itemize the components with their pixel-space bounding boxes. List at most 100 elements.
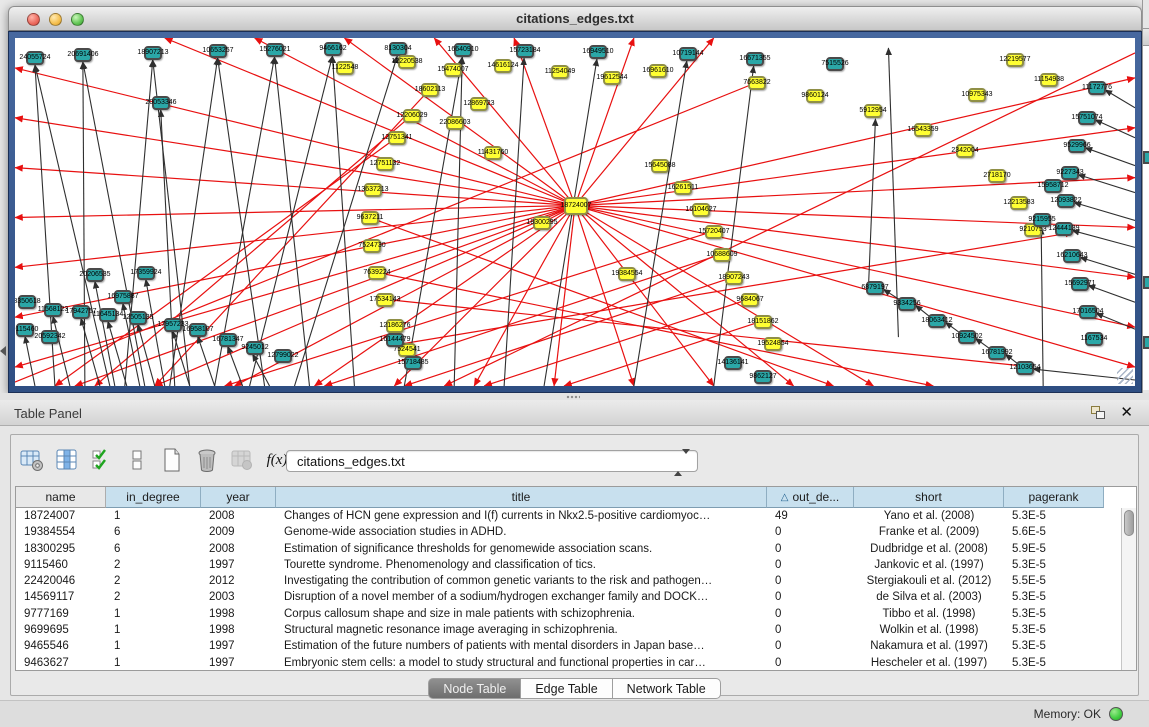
network-node[interactable] [129,311,147,325]
network-node[interactable] [336,61,354,75]
column-header-year[interactable]: year [201,487,276,508]
float-panel-icon[interactable] [1091,406,1105,419]
column-header-in_degree[interactable]: in_degree [106,487,201,508]
network-edge[interactable] [15,168,575,206]
table-row[interactable]: 977716911998Corpus callosum shape and si… [16,606,1104,622]
table-row[interactable]: 1872400712008Changes of HCN gene express… [16,508,1104,524]
network-edge[interactable] [454,57,462,386]
network-edge[interactable] [634,61,687,386]
network-node[interactable] [389,42,407,56]
network-node[interactable] [1033,213,1051,227]
network-node[interactable] [274,349,292,363]
network-node[interactable] [956,144,974,158]
network-node[interactable] [1006,53,1024,67]
network-node[interactable] [533,216,551,230]
network-canvas[interactable]: 2405572420691406189072131065325715276021… [15,38,1135,386]
network-edge[interactable] [125,60,153,386]
network-node[interactable] [364,183,382,197]
network-node[interactable] [114,290,132,304]
network-edge[interactable] [15,206,575,368]
network-edge[interactable] [1074,203,1135,221]
table-row[interactable]: 1938455462009Genome-wide association stu… [16,524,1104,540]
network-node[interactable] [376,293,394,307]
network-node[interactable] [164,318,182,332]
select-columns-button[interactable] [89,447,115,473]
network-node[interactable] [1071,277,1089,291]
table-row[interactable]: 946554611997Estimation of the future num… [16,638,1104,654]
tab-node-table[interactable]: Node Table [428,678,521,699]
network-node[interactable] [724,356,742,370]
network-node[interactable] [618,267,636,281]
network-node[interactable] [189,323,207,337]
show-column-button[interactable] [54,447,80,473]
network-node[interactable] [674,181,692,195]
network-edge[interactable] [544,59,597,386]
network-node[interactable] [404,356,422,370]
network-edge[interactable] [575,38,634,206]
table-row[interactable]: 1830029562008Estimation of significance … [16,541,1104,557]
network-node[interactable] [958,330,976,344]
window-titlebar[interactable]: citations_edges.txt [8,6,1142,31]
table-row[interactable]: 946362711997Embryonic stem cells: a mode… [16,655,1104,671]
network-node[interactable] [1057,194,1075,208]
network-node[interactable] [1016,361,1034,375]
network-node[interactable] [564,197,588,215]
network-node[interactable] [589,45,607,59]
network-node[interactable] [446,116,464,130]
window-resize-grip[interactable] [1117,368,1133,384]
network-node[interactable] [266,43,284,57]
network-node[interactable] [1063,249,1081,263]
network-edge[interactable] [83,62,145,386]
column-header-out_degree[interactable]: △out_de... [767,487,854,508]
network-node[interactable] [1044,179,1062,193]
row-options-button[interactable] [124,447,150,473]
column-header-short[interactable]: short [854,487,1004,508]
network-node[interactable] [1085,332,1103,346]
network-node[interactable] [1010,196,1028,210]
network-edge[interactable] [504,58,524,386]
network-node[interactable] [705,225,723,239]
network-edge[interactable] [55,138,396,386]
network-node[interactable] [361,211,379,225]
network-node[interactable] [398,55,416,69]
network-node[interactable] [152,96,170,110]
network-node[interactable] [968,88,986,102]
network-node[interactable] [403,109,421,123]
network-node[interactable] [1068,139,1086,153]
network-edge[interactable] [1078,175,1135,193]
network-node[interactable] [137,266,155,280]
network-edge[interactable] [155,206,575,386]
network-node[interactable] [219,333,237,347]
network-edge[interactable] [1072,230,1135,247]
network-node[interactable] [386,333,404,347]
column-header-name[interactable]: name [16,487,106,508]
network-edge[interactable] [484,299,749,386]
network-edge[interactable] [554,206,575,386]
network-node[interactable] [41,330,59,344]
close-panel-icon[interactable]: ✕ [1120,403,1133,421]
network-node[interactable] [713,248,731,262]
network-node[interactable] [988,169,1006,183]
panel-collapse-arrow-icon[interactable] [0,346,6,356]
network-edge[interactable] [146,279,165,386]
table-row[interactable]: 911546021997Tourette syndrome. Phenomeno… [16,557,1104,573]
network-edge[interactable] [394,232,1073,345]
network-edge[interactable] [314,206,575,386]
network-node[interactable] [764,337,782,351]
scrollbar-thumb[interactable] [1124,510,1134,536]
network-node[interactable] [363,239,381,253]
network-node[interactable] [741,293,759,307]
network-node[interactable] [928,314,946,328]
network-node[interactable] [516,44,534,58]
network-node[interactable] [551,65,569,79]
network-node[interactable] [494,59,512,73]
network-edge[interactable] [83,62,85,386]
network-node[interactable] [754,370,772,384]
table-row[interactable]: 2242004622012Investigating the contribut… [16,573,1104,589]
delete-table-button-disabled[interactable] [229,447,255,473]
network-node[interactable] [1079,305,1097,319]
network-node[interactable] [209,44,227,58]
table-settings-button[interactable] [19,447,45,473]
network-edge[interactable] [575,206,794,386]
network-node[interactable] [1088,81,1106,95]
